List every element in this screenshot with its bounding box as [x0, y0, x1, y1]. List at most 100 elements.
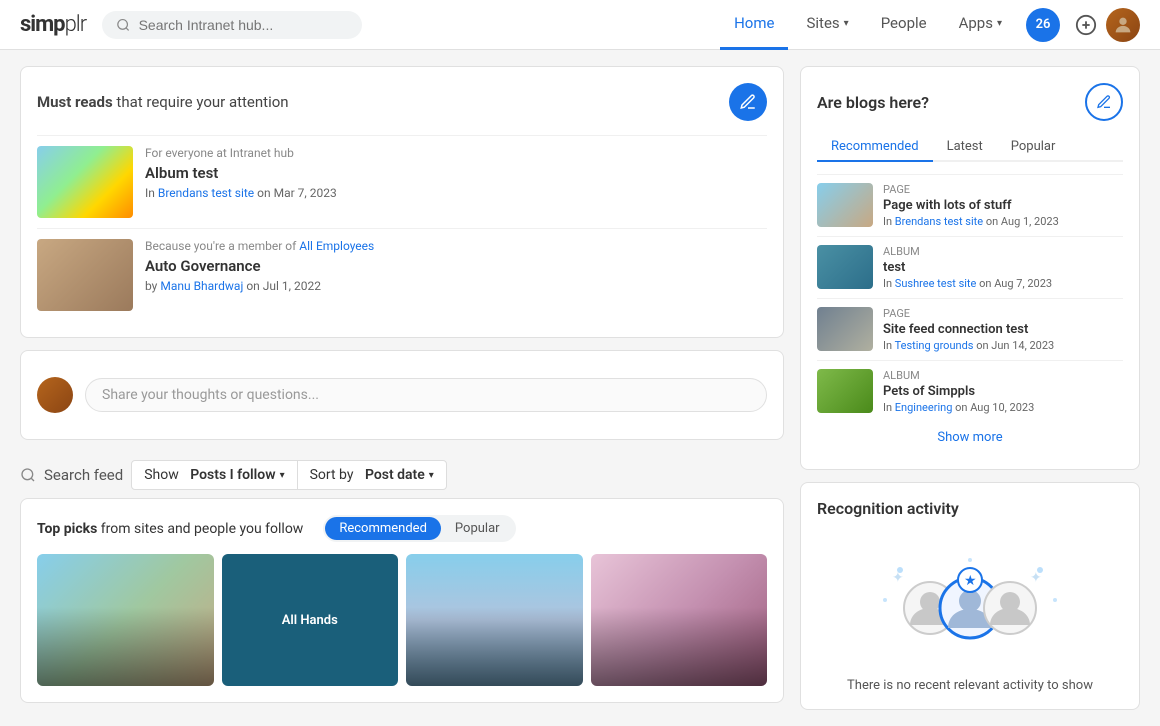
post-site-link-0[interactable]: Brendans test site: [158, 186, 254, 200]
blog-sub-3: In Engineering on Aug 10, 2023: [883, 401, 1034, 414]
top-picks-card: Top picks from sites and people you foll…: [20, 498, 784, 703]
recognition-card: Recognition activity ✦ ✦: [800, 482, 1140, 710]
tab-recommended[interactable]: Recommended: [325, 517, 441, 540]
pick-card-3[interactable]: [591, 554, 768, 686]
post-title-1: Auto Governance: [145, 257, 374, 275]
blog-type-2: PAGE: [883, 307, 1054, 320]
main-nav: Home Sites ▾ People Apps ▾ 26: [720, 0, 1140, 50]
blog-site-link-1[interactable]: Sushree test site: [895, 277, 977, 290]
pick-overlay-2: [406, 607, 583, 686]
blog-sub-1: In Sushree test site on Aug 7, 2023: [883, 277, 1052, 290]
blog-content-0: PAGE Page with lots of stuff In Brendans…: [883, 183, 1059, 228]
nav-sites[interactable]: Sites ▾: [792, 0, 862, 50]
blog-tab-popular[interactable]: Popular: [997, 133, 1070, 162]
blog-name-3: Pets of Simppls: [883, 384, 1034, 399]
tab-popular[interactable]: Popular: [441, 517, 514, 540]
blog-tab-recommended[interactable]: Recommended: [817, 133, 933, 162]
blog-name-2: Site feed connection test: [883, 322, 1054, 337]
left-column: Must reads that require your attention F…: [20, 66, 784, 710]
feed-header: Search feed Show Posts I follow ▾ Sort b…: [20, 452, 784, 498]
nav-apps[interactable]: Apps ▾: [945, 0, 1016, 50]
blog-item-1[interactable]: ALBUM test In Sushree test site on Aug 7…: [817, 236, 1123, 298]
blogs-icon[interactable]: [1085, 83, 1123, 121]
pick-overlay-3: [591, 607, 768, 686]
svg-text:✦: ✦: [1030, 570, 1042, 586]
chevron-down-icon-apps: ▾: [997, 18, 1002, 29]
share-avatar: [37, 377, 73, 413]
recognition-illustration: ✦ ✦ ★: [817, 530, 1123, 670]
sort-posts-control[interactable]: Sort by Post date ▾: [298, 461, 446, 489]
blog-thumb-1: [817, 245, 873, 289]
show-posts-control[interactable]: Show Posts I follow ▾: [132, 461, 297, 489]
add-content-button[interactable]: [1070, 9, 1102, 41]
search-input[interactable]: [139, 17, 349, 33]
chevron-down-icon: ▾: [844, 18, 849, 29]
header: simpplr Home Sites ▾ People Apps ▾ 26: [0, 0, 1160, 50]
top-picks-title: Top picks from sites and people you foll…: [37, 521, 303, 537]
must-reads-card: Must reads that require your attention F…: [20, 66, 784, 338]
blog-item-2[interactable]: PAGE Site feed connection test In Testin…: [817, 298, 1123, 360]
post-content-1: Because you're a member of All Employees…: [145, 239, 374, 311]
recognition-title: Recognition activity: [817, 499, 1123, 518]
blog-thumb-3: [817, 369, 873, 413]
must-reads-icon[interactable]: [729, 83, 767, 121]
blog-type-3: ALBUM: [883, 369, 1034, 382]
feed-section: Search feed Show Posts I follow ▾ Sort b…: [20, 452, 784, 703]
top-picks-header: Top picks from sites and people you foll…: [37, 515, 767, 542]
pick-card-0[interactable]: [37, 554, 214, 686]
blog-content-2: PAGE Site feed connection test In Testin…: [883, 307, 1054, 352]
pick-card-1[interactable]: All Hands: [222, 554, 399, 686]
post-meta-0: For everyone at Intranet hub: [145, 146, 337, 160]
blog-item-3[interactable]: ALBUM Pets of Simppls In Engineering on …: [817, 360, 1123, 422]
nav-home[interactable]: Home: [720, 0, 788, 50]
blogs-card: Are blogs here? Recommended Latest Popul…: [800, 66, 1140, 470]
search-icon: [116, 17, 130, 33]
post-meta-1: Because you're a member of All Employees: [145, 239, 374, 253]
recognition-svg: ✦ ✦ ★: [870, 550, 1070, 650]
blog-thumb-0: [817, 183, 873, 227]
pick-card-1-label: All Hands: [282, 613, 338, 628]
post-sub-1: by Manu Bhardwaj on Jul 1, 2022: [145, 279, 374, 293]
blog-type-1: ALBUM: [883, 245, 1052, 258]
all-employees-link[interactable]: All Employees: [299, 239, 374, 253]
main-layout: Must reads that require your attention F…: [0, 50, 1160, 726]
chevron-down-posts-icon: ▾: [280, 470, 285, 481]
share-input[interactable]: Share your thoughts or questions...: [85, 378, 767, 412]
show-more-button[interactable]: Show more: [817, 422, 1123, 453]
svg-text:★: ★: [964, 573, 977, 589]
blog-sub-2: In Testing grounds on Jun 14, 2023: [883, 339, 1054, 352]
feed-controls: Show Posts I follow ▾ Sort by Post date …: [131, 460, 447, 490]
nav-people[interactable]: People: [867, 0, 941, 50]
recognition-no-data: There is no recent relevant activity to …: [817, 678, 1123, 693]
notification-badge[interactable]: 26: [1026, 8, 1060, 42]
chevron-down-sort-icon: ▾: [429, 470, 434, 481]
must-read-item-1[interactable]: Because you're a member of All Employees…: [37, 228, 767, 321]
blog-site-link-3[interactable]: Engineering: [895, 401, 953, 414]
feed-label: Search feed: [44, 466, 123, 484]
blog-content-3: ALBUM Pets of Simppls In Engineering on …: [883, 369, 1034, 414]
post-content-0: For everyone at Intranet hub Album test …: [145, 146, 337, 218]
must-reads-header: Must reads that require your attention: [37, 83, 767, 121]
blog-site-link-0[interactable]: Brendans test site: [895, 215, 983, 228]
must-reads-title: Must reads that require your attention: [37, 93, 289, 111]
search-bar[interactable]: [102, 11, 362, 39]
must-read-item-0[interactable]: For everyone at Intranet hub Album test …: [37, 135, 767, 228]
pick-overlay-0: [37, 607, 214, 686]
pick-card-2[interactable]: [406, 554, 583, 686]
blog-name-1: test: [883, 260, 1052, 275]
picks-grid: All Hands: [37, 554, 767, 686]
blog-tab-latest[interactable]: Latest: [933, 133, 997, 162]
logo: simpplr: [20, 12, 86, 37]
blog-sub-0: In Brendans test site on Aug 1, 2023: [883, 215, 1059, 228]
blog-item-0[interactable]: PAGE Page with lots of stuff In Brendans…: [817, 174, 1123, 236]
svg-text:✦: ✦: [892, 570, 904, 586]
post-title-0: Album test: [145, 164, 337, 182]
blogs-title: Are blogs here?: [817, 93, 929, 112]
post-author-link[interactable]: Manu Bhardwaj: [160, 279, 243, 293]
blogs-tabs: Recommended Latest Popular: [817, 133, 1123, 162]
user-avatar[interactable]: [1106, 8, 1140, 42]
post-thumbnail-0: [37, 146, 133, 218]
post-thumbnail-1: [37, 239, 133, 311]
blog-site-link-2[interactable]: Testing grounds: [895, 339, 974, 352]
top-picks-tabs: Recommended Popular: [323, 515, 515, 542]
